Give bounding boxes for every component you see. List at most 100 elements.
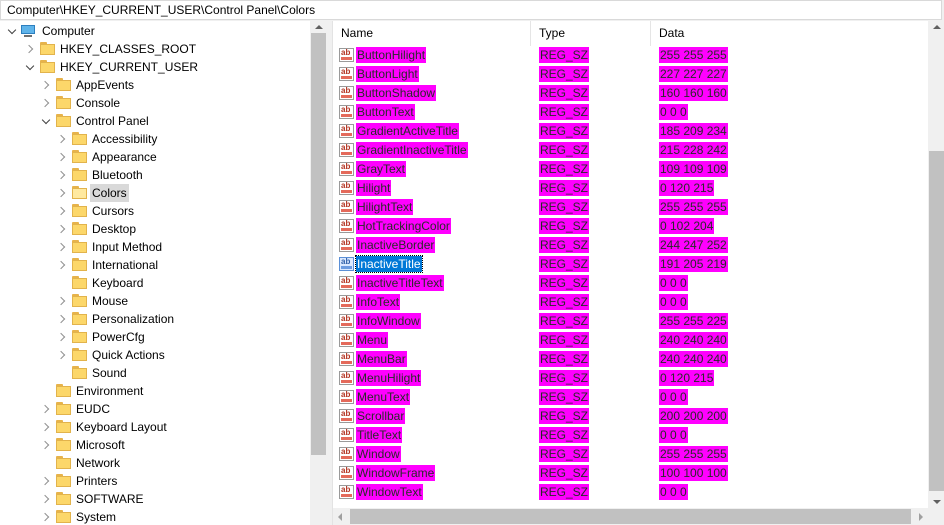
chevron-right-icon[interactable] — [42, 490, 52, 508]
column-header-name[interactable]: Name — [333, 21, 531, 46]
scroll-down-arrow-icon[interactable] — [933, 500, 941, 504]
scroll-up-arrow-icon[interactable] — [933, 25, 941, 29]
tree-item[interactable]: HKEY_CURRENT_USER — [0, 58, 310, 76]
scroll-right-arrow-icon[interactable] — [919, 513, 923, 521]
value-row[interactable]: ab ButtonText REG_SZ 0 0 0 — [333, 103, 928, 122]
chevron-down-icon[interactable] — [42, 112, 52, 130]
chevron-right-icon[interactable] — [42, 508, 52, 525]
tree-vertical-scrollbar[interactable] — [310, 21, 327, 525]
tree-item[interactable]: Cursors — [0, 202, 310, 220]
chevron-right-icon[interactable] — [58, 346, 68, 364]
value-row[interactable]: ab HilightText REG_SZ 255 255 255 — [333, 198, 928, 217]
chevron-right-icon[interactable] — [58, 130, 68, 148]
tree-item[interactable]: Input Method — [0, 238, 310, 256]
tree-item[interactable]: Console — [0, 94, 310, 112]
chevron-right-icon[interactable] — [58, 256, 68, 274]
value-row[interactable]: ab HotTrackingColor REG_SZ 0 102 204 — [333, 217, 928, 236]
tree-item[interactable]: Sound — [0, 364, 310, 382]
value-row[interactable]: ab ButtonHilight REG_SZ 255 255 255 — [333, 46, 928, 65]
chevron-right-icon[interactable] — [58, 220, 68, 238]
chevron-right-icon[interactable] — [42, 76, 52, 94]
tree-item[interactable]: International — [0, 256, 310, 274]
value-row[interactable]: ab InfoWindow REG_SZ 255 255 225 — [333, 312, 928, 331]
chevron-right-icon[interactable] — [58, 202, 68, 220]
scroll-up-arrow-icon[interactable] — [315, 25, 323, 29]
tree-item[interactable]: Quick Actions — [0, 346, 310, 364]
folder-icon — [56, 510, 72, 524]
chevron-right-icon[interactable] — [58, 238, 68, 256]
chevron-right-icon[interactable] — [42, 94, 52, 112]
value-row[interactable]: ab ButtonShadow REG_SZ 160 160 160 — [333, 84, 928, 103]
chevron-right-icon[interactable] — [58, 148, 68, 166]
value-row[interactable]: ab InactiveBorder REG_SZ 244 247 252 — [333, 236, 928, 255]
tree-item[interactable]: Computer — [0, 22, 310, 40]
chevron-right-icon[interactable] — [58, 184, 68, 202]
chevron-right-icon[interactable] — [58, 310, 68, 328]
tree-item[interactable]: Microsoft — [0, 436, 310, 454]
tree-item[interactable]: Network — [0, 454, 310, 472]
chevron-right-icon[interactable] — [58, 292, 68, 310]
value-row[interactable]: ab GradientActiveTitle REG_SZ 185 209 234 — [333, 122, 928, 141]
tree-item[interactable]: HKEY_CLASSES_ROOT — [0, 40, 310, 58]
tree-item[interactable]: Keyboard — [0, 274, 310, 292]
chevron-right-icon[interactable] — [42, 418, 52, 436]
tree-item[interactable]: System — [0, 508, 310, 525]
value-row[interactable]: ab MenuHilight REG_SZ 0 120 215 — [333, 369, 928, 388]
value-row[interactable]: ab GrayText REG_SZ 109 109 109 — [333, 160, 928, 179]
tree-item[interactable]: Personalization — [0, 310, 310, 328]
list-hscroll-thumb[interactable] — [350, 509, 911, 524]
value-name: ButtonShadow — [356, 85, 437, 101]
tree-scroll-thumb[interactable] — [311, 33, 326, 455]
tree-item[interactable]: Colors — [0, 184, 310, 202]
tree-item[interactable]: PowerCfg — [0, 328, 310, 346]
list-scroll-thumb[interactable] — [929, 151, 944, 491]
registry-tree[interactable]: Computer HKEY_CLASSES_ROOT HKEY_CURRENT_US… — [0, 21, 328, 525]
chevron-right-icon[interactable] — [42, 400, 52, 418]
tree-item[interactable]: SOFTWARE — [0, 490, 310, 508]
list-horizontal-scrollbar[interactable] — [333, 508, 928, 525]
chevron-right-icon[interactable] — [26, 40, 36, 58]
value-row[interactable]: ab Menu REG_SZ 240 240 240 — [333, 331, 928, 350]
string-value-icon: ab — [339, 352, 354, 366]
value-row[interactable]: ab TitleText REG_SZ 0 0 0 — [333, 426, 928, 445]
chevron-down-icon[interactable] — [26, 58, 36, 76]
tree-item[interactable]: Control Panel — [0, 112, 310, 130]
tree-item[interactable]: Desktop — [0, 220, 310, 238]
tree-item[interactable]: Accessibility — [0, 130, 310, 148]
value-row[interactable]: ab MenuBar REG_SZ 240 240 240 — [333, 350, 928, 369]
folder-icon — [72, 240, 88, 254]
chevron-right-icon[interactable] — [58, 166, 68, 184]
value-row[interactable]: ab Window REG_SZ 255 255 255 — [333, 445, 928, 464]
value-row[interactable]: ab InactiveTitleText REG_SZ 0 0 0 — [333, 274, 928, 293]
tree-item[interactable]: Printers — [0, 472, 310, 490]
scroll-left-arrow-icon[interactable] — [338, 513, 342, 521]
tree-item[interactable]: AppEvents — [0, 76, 310, 94]
value-row[interactable]: ab InfoText REG_SZ 0 0 0 — [333, 293, 928, 312]
tree-item[interactable]: Mouse — [0, 292, 310, 310]
value-data: 109 109 109 — [659, 161, 728, 177]
chevron-right-icon[interactable] — [58, 328, 68, 346]
value-row[interactable]: ab WindowFrame REG_SZ 100 100 100 — [333, 464, 928, 483]
value-row[interactable]: ab InactiveTitle REG_SZ 191 205 219 — [333, 255, 928, 274]
value-type: REG_SZ — [539, 313, 590, 329]
value-row[interactable]: ab Hilight REG_SZ 0 120 215 — [333, 179, 928, 198]
column-header-data[interactable]: Data — [651, 21, 928, 46]
tree-item[interactable]: Bluetooth — [0, 166, 310, 184]
folder-icon — [72, 168, 88, 182]
tree-item[interactable]: Environment — [0, 382, 310, 400]
values-list[interactable]: Name Type Data ab ButtonHilight REG_SZ 255 … — [332, 21, 944, 525]
value-row[interactable]: ab Scrollbar REG_SZ 200 200 200 — [333, 407, 928, 426]
value-row[interactable]: ab MenuText REG_SZ 0 0 0 — [333, 388, 928, 407]
tree-item[interactable]: EUDC — [0, 400, 310, 418]
value-row[interactable]: ab WindowText REG_SZ 0 0 0 — [333, 483, 928, 502]
list-vertical-scrollbar[interactable] — [928, 21, 944, 508]
column-header-type[interactable]: Type — [531, 21, 651, 46]
chevron-right-icon[interactable] — [42, 472, 52, 490]
value-row[interactable]: ab ButtonLight REG_SZ 227 227 227 — [333, 65, 928, 84]
chevron-down-icon[interactable] — [8, 22, 18, 40]
tree-item[interactable]: Appearance — [0, 148, 310, 166]
chevron-right-icon[interactable] — [42, 436, 52, 454]
address-bar[interactable]: Computer\HKEY_CURRENT_USER\Control Panel… — [0, 0, 942, 20]
value-row[interactable]: ab GradientInactiveTitle REG_SZ 215 228 242 — [333, 141, 928, 160]
tree-item[interactable]: Keyboard Layout — [0, 418, 310, 436]
